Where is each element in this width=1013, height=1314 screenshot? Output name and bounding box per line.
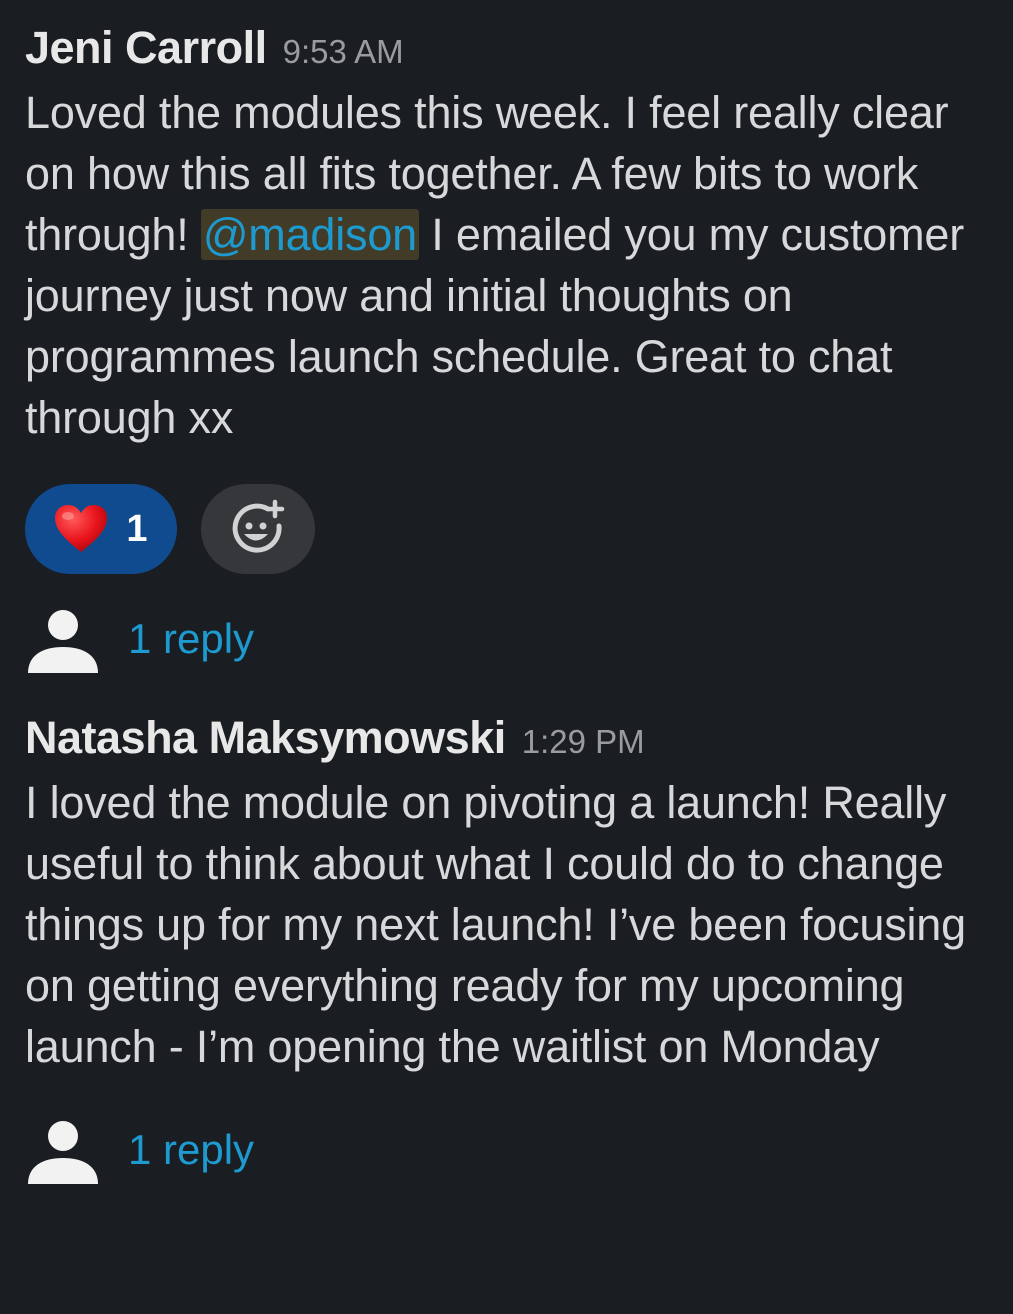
reply-count-link[interactable]: 1 reply xyxy=(128,1126,254,1174)
message-author[interactable]: Natasha Maksymowski xyxy=(25,712,506,764)
user-avatar-icon xyxy=(28,610,98,673)
avatar xyxy=(25,1112,101,1188)
user-mention[interactable]: @madison xyxy=(200,209,419,260)
message-author[interactable]: Jeni Carroll xyxy=(25,22,267,74)
message-header: Natasha Maksymowski 1:29 PM xyxy=(25,712,985,774)
message-jeni-carroll: Jeni Carroll 9:53 AM Loved the modules t… xyxy=(25,22,985,678)
reactions-bar: 1 xyxy=(25,484,985,574)
message-body: Loved the modules this week. I feel real… xyxy=(25,82,985,448)
user-avatar-icon xyxy=(28,1121,98,1184)
thread-replies[interactable]: 1 reply xyxy=(25,1111,985,1189)
heart-reaction-button[interactable]: 1 xyxy=(25,484,177,574)
message-timestamp[interactable]: 1:29 PM xyxy=(522,723,645,761)
add-reaction-button[interactable] xyxy=(201,484,315,574)
add-reaction-icon xyxy=(232,499,285,553)
message-header: Jeni Carroll 9:53 AM xyxy=(25,22,985,84)
message-body: I loved the module on pivoting a launch!… xyxy=(25,777,966,1072)
message-natasha-maksymowski: Natasha Maksymowski 1:29 PM I loved the … xyxy=(25,712,985,1189)
reaction-count: 1 xyxy=(126,507,148,550)
message-timestamp[interactable]: 9:53 AM xyxy=(283,33,404,71)
avatar xyxy=(25,601,101,677)
thread-replies[interactable]: 1 reply xyxy=(25,600,985,678)
heart-emoji xyxy=(55,505,108,552)
reply-count-link[interactable]: 1 reply xyxy=(128,615,254,663)
